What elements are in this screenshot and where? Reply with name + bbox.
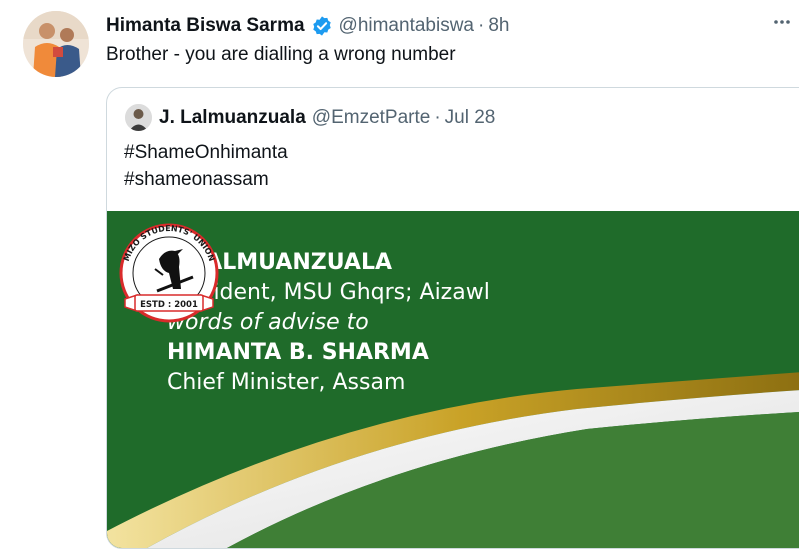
quoted-author-name[interactable]: J. Lalmuanzuala [159,107,306,129]
quoted-tweet-date[interactable]: Jul 28 [445,107,496,129]
tweet-text: Brother - you are dialling a wrong numbe… [106,44,456,65]
quoted-tweet[interactable]: J. Lalmuanzuala @EmzetParte · Jul 28 #Sh… [106,87,799,549]
quoted-tweet-header: J. Lalmuanzuala @EmzetParte · Jul 28 [159,105,495,131]
logo-bottom-text: ESTD : 2001 [140,300,198,310]
tweet-time[interactable]: 8h [488,15,509,37]
author-photo [23,11,89,77]
separator-dot: · [434,107,441,128]
quoted-author-avatar[interactable] [125,104,152,131]
quoted-tweet-text: #ShameOnhimanta #shameonassam [124,139,288,193]
quoted-tweet-image[interactable]: J. LALMUANZUALA President, MSU Ghqrs; Ai… [107,211,799,548]
hashtag-link[interactable]: #ShameOnhimanta [124,139,288,166]
quoted-author-photo [125,104,152,131]
hashtag-link[interactable]: #shameonassam [124,166,288,193]
tweet-header: Himanta Biswa Sarma @himantabiswa · 8h [106,14,509,38]
verified-badge-icon [311,15,333,37]
mizo-students-union-logo: MIZO STUDENTS' UNION ESTD : 2001 [119,223,219,323]
author-avatar[interactable] [23,11,89,77]
quoted-author-handle[interactable]: @EmzetParte [312,107,431,129]
image-line-recipient: HIMANTA B. SHARMA [167,340,429,365]
image-line-position: Chief Minister, Assam [167,370,406,395]
separator-dot: · [478,15,485,36]
author-name[interactable]: Himanta Biswa Sarma [106,15,305,37]
author-handle[interactable]: @himantabiswa [339,15,474,37]
more-options-icon[interactable] [770,10,794,34]
